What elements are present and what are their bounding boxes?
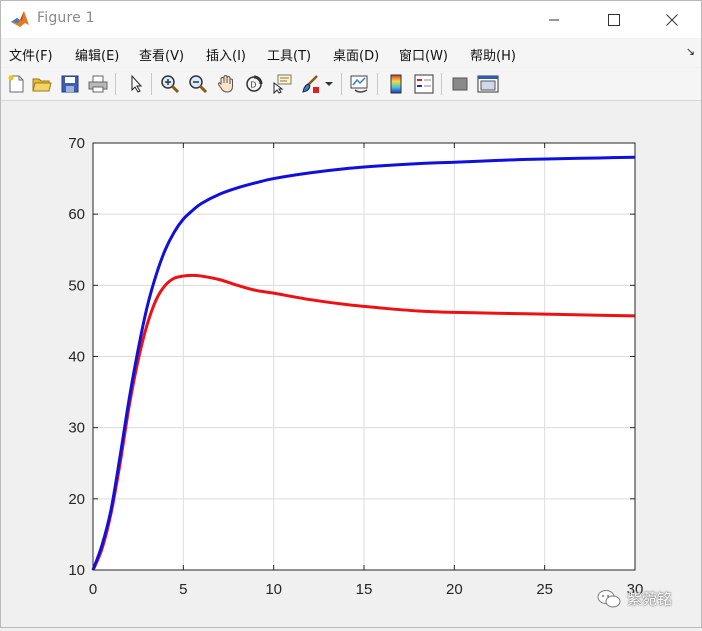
save-icon[interactable] (59, 73, 81, 95)
minimize-icon (549, 19, 559, 20)
title-bar[interactable]: Figure 1 (1, 1, 701, 38)
close-button[interactable] (649, 1, 695, 38)
y-tick-label: 20 (68, 491, 85, 508)
toolbar-separator (151, 73, 152, 95)
minimize-button[interactable] (531, 1, 577, 38)
figure-window: Figure 1 文件(F) 编辑(E) 查看(V) 插入(I) 工具(T) 桌… (0, 0, 702, 628)
window-title: Figure 1 (37, 10, 95, 26)
maximize-button[interactable] (591, 1, 637, 38)
maximize-icon (608, 13, 620, 26)
wechat-icon (597, 589, 621, 607)
y-tick-label: 10 (68, 562, 85, 579)
data-cursor-icon[interactable] (271, 73, 293, 95)
show-plot-tools-icon[interactable] (477, 73, 499, 95)
y-tick-label: 50 (68, 277, 85, 294)
select-arrow-icon[interactable] (125, 73, 147, 95)
watermark-text: 紫菀铭 (627, 590, 673, 608)
line-chart[interactable]: 0 5 10 15 20 25 3010203040506070 (1, 101, 701, 627)
rotate-3d-icon[interactable]: D (243, 73, 265, 95)
menu-desktop[interactable]: 桌面(D) (333, 45, 379, 64)
menu-help[interactable]: 帮助(H) (470, 45, 516, 64)
close-icon (666, 13, 678, 26)
dock-figure-icon[interactable]: ↘ (686, 45, 695, 58)
pan-hand-icon[interactable] (215, 73, 237, 95)
zoom-out-icon[interactable] (187, 73, 209, 95)
menu-insert[interactable]: 插入(I) (206, 45, 246, 64)
figure-canvas[interactable]: 0 5 10 15 20 25 30 10 20 30 40 50 60 70 (1, 101, 701, 627)
menu-edit[interactable]: 编辑(E) (75, 45, 119, 64)
toolbar-separator (115, 73, 116, 95)
x-tick-label: 15 (356, 581, 373, 598)
x-tick-label: 0 (89, 581, 97, 598)
x-tick-label: 5 (179, 581, 187, 598)
zoom-in-icon[interactable] (159, 73, 181, 95)
menu-window[interactable]: 窗口(W) (399, 45, 448, 64)
open-file-icon[interactable] (31, 73, 53, 95)
x-tick-label: 25 (536, 581, 553, 598)
menu-file[interactable]: 文件(F) (9, 45, 53, 64)
colorbar-icon[interactable] (385, 73, 407, 95)
x-tick-label: 10 (265, 581, 282, 598)
link-plot-icon[interactable] (349, 73, 371, 95)
figure-toolbar: D (1, 68, 701, 101)
y-tick-label: 30 (68, 420, 85, 437)
x-tick-label: 20 (446, 581, 463, 598)
menu-tools[interactable]: 工具(T) (267, 45, 311, 64)
new-figure-icon[interactable] (5, 73, 27, 95)
brush-icon[interactable] (299, 73, 321, 95)
toolbar-separator (341, 73, 342, 95)
legend-icon[interactable] (413, 73, 435, 95)
y-tick-label: 70 (68, 135, 85, 152)
svg-text:D: D (251, 81, 257, 90)
toolbar-separator (377, 73, 378, 95)
y-tick-label: 60 (68, 206, 85, 223)
brush-dropdown-icon[interactable] (323, 73, 335, 95)
watermark: 紫菀铭 (597, 588, 672, 609)
hide-plot-tools-icon[interactable] (449, 73, 471, 95)
menu-view[interactable]: 查看(V) (139, 45, 184, 64)
toolbar-separator (441, 73, 442, 95)
menu-bar: 文件(F) 编辑(E) 查看(V) 插入(I) 工具(T) 桌面(D) 窗口(W… (1, 39, 701, 67)
print-icon[interactable] (87, 73, 109, 95)
matlab-logo-icon (10, 9, 30, 29)
y-tick-label: 40 (68, 349, 85, 366)
